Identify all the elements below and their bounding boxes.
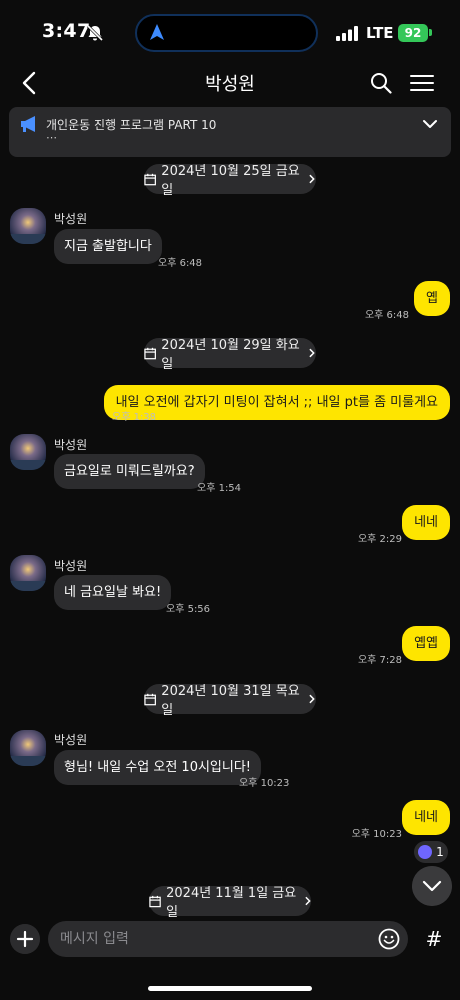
battery-level: 92 bbox=[404, 26, 422, 40]
add-attachment-button[interactable] bbox=[10, 924, 40, 954]
battery-icon: 92 bbox=[398, 24, 428, 42]
chevron-right-icon bbox=[309, 174, 316, 184]
message-bubble-outgoing[interactable]: 옙 bbox=[414, 281, 450, 316]
avatar[interactable] bbox=[10, 730, 46, 766]
message-time: 오후 10:23 bbox=[239, 778, 290, 789]
calendar-icon bbox=[149, 895, 161, 907]
reaction-count: 1 bbox=[436, 845, 444, 859]
date-divider[interactable]: 2024년 10월 29일 화요일 bbox=[144, 338, 316, 372]
avatar[interactable] bbox=[10, 555, 46, 591]
scroll-down-button[interactable] bbox=[412, 866, 452, 906]
menu-icon[interactable] bbox=[410, 74, 434, 92]
notice-more: ⋯ bbox=[46, 131, 57, 144]
message-bubble-incoming[interactable]: 형님! 내일 수업 오전 10시입니다! bbox=[54, 750, 262, 785]
sender-name: 박성원 bbox=[54, 212, 88, 226]
date-label: 2024년 11월 1일 금요일 bbox=[166, 886, 297, 920]
message-time: 오후 2:29 bbox=[357, 534, 402, 545]
message-time: 오후 1:38 bbox=[112, 412, 157, 423]
message-input[interactable] bbox=[48, 921, 408, 957]
date-label: 2024년 10월 31일 목요일 bbox=[161, 684, 300, 718]
megaphone-icon bbox=[21, 116, 35, 132]
notice-title: 개인운동 진행 프로그램 PART 10 bbox=[46, 118, 217, 132]
chevron-right-icon bbox=[304, 896, 311, 906]
message-bubble-incoming[interactable]: 네 금요일날 봐요! bbox=[54, 575, 172, 610]
date-divider[interactable]: 2024년 10월 31일 목요일 bbox=[144, 684, 316, 718]
chevron-right-icon bbox=[309, 348, 316, 358]
status-time: 3:47 bbox=[42, 20, 91, 42]
message-time: 오후 10:23 bbox=[351, 829, 402, 840]
date-divider[interactable]: 2024년 10월 25일 금요일 bbox=[144, 164, 316, 198]
thumbs-up-icon bbox=[418, 845, 433, 859]
date-label: 2024년 10월 25일 금요일 bbox=[161, 164, 300, 198]
emoji-icon[interactable] bbox=[378, 928, 400, 950]
message-bubble-outgoing[interactable]: 네네 bbox=[402, 800, 450, 835]
reaction-badge[interactable]: 1 bbox=[414, 841, 448, 863]
message-bubble-outgoing[interactable]: 네네 bbox=[402, 505, 450, 540]
search-icon[interactable] bbox=[370, 72, 392, 94]
calendar-icon bbox=[144, 173, 156, 185]
sender-name: 박성원 bbox=[54, 559, 88, 573]
message-bubble-incoming[interactable]: 지금 출발합니다 bbox=[54, 229, 162, 264]
hashtag-button[interactable]: # bbox=[418, 924, 450, 954]
calendar-icon bbox=[144, 693, 156, 705]
calendar-icon bbox=[144, 347, 156, 359]
chevron-down-icon[interactable] bbox=[422, 118, 438, 130]
home-indicator bbox=[148, 986, 312, 991]
message-time: 오후 7:28 bbox=[357, 655, 402, 666]
date-divider[interactable]: 2024년 11월 1일 금요일 bbox=[149, 886, 311, 920]
chevron-right-icon bbox=[309, 694, 316, 704]
message-time: 오후 1:54 bbox=[197, 483, 242, 494]
avatar[interactable] bbox=[10, 434, 46, 470]
avatar[interactable] bbox=[10, 208, 46, 244]
battery-tip bbox=[429, 29, 432, 36]
message-time: 오후 5:56 bbox=[166, 604, 211, 615]
location-arrow-icon bbox=[150, 24, 164, 40]
message-time: 오후 6:48 bbox=[158, 258, 203, 269]
sender-name: 박성원 bbox=[54, 438, 88, 452]
message-bubble-incoming[interactable]: 금요일로 미뤄드릴까요? bbox=[54, 454, 205, 489]
network-label: LTE bbox=[366, 24, 394, 42]
signal-icon bbox=[336, 26, 358, 41]
message-time: 오후 6:48 bbox=[364, 310, 409, 321]
date-label: 2024년 10월 29일 화요일 bbox=[161, 338, 300, 372]
message-bubble-outgoing[interactable]: 옙옙 bbox=[402, 626, 450, 661]
bell-muted-icon bbox=[86, 24, 104, 42]
sender-name: 박성원 bbox=[54, 733, 88, 747]
